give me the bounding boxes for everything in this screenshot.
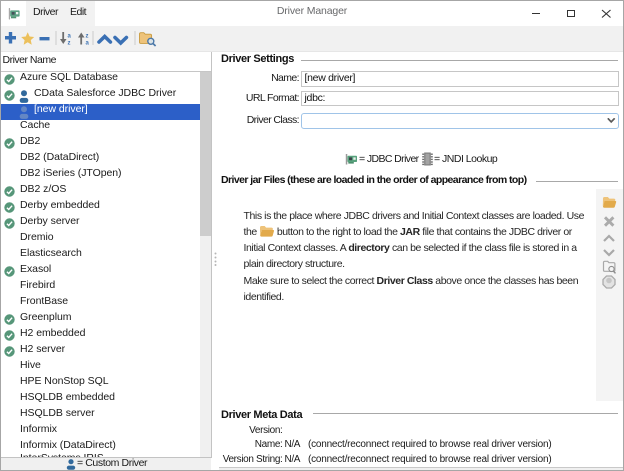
svg-text:z: z bbox=[68, 41, 71, 47]
svg-text:a: a bbox=[68, 34, 72, 40]
svg-text:z: z bbox=[86, 34, 89, 40]
svg-text:a: a bbox=[86, 41, 90, 47]
